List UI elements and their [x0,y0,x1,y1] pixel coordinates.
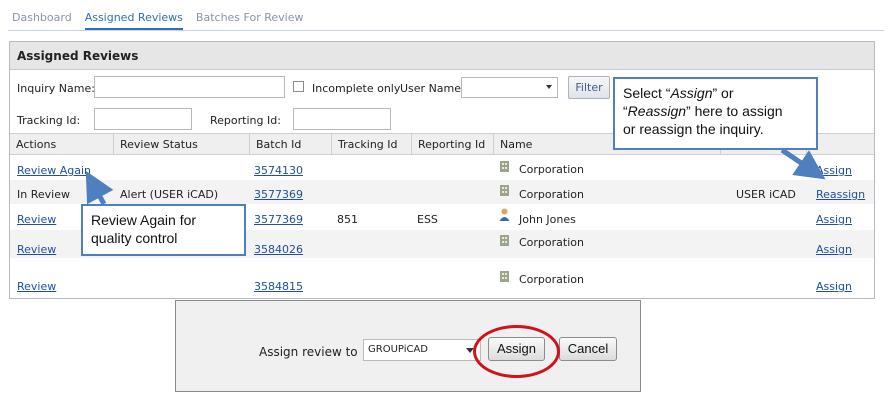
cancel-button[interactable]: Cancel [559,337,617,361]
assign-group-select[interactable]: GROUPiCAD [363,339,481,361]
highlight-ring [473,325,560,378]
assign-group-value: GROUPiCAD [368,344,428,355]
arrow-to-review-again-icon [85,170,114,206]
arrow-to-assign-icon [780,147,826,180]
assign-review-dialog: Assign review to GROUPiCAD Assign Cancel [175,300,641,392]
assign-review-label: Assign review to [259,345,358,359]
